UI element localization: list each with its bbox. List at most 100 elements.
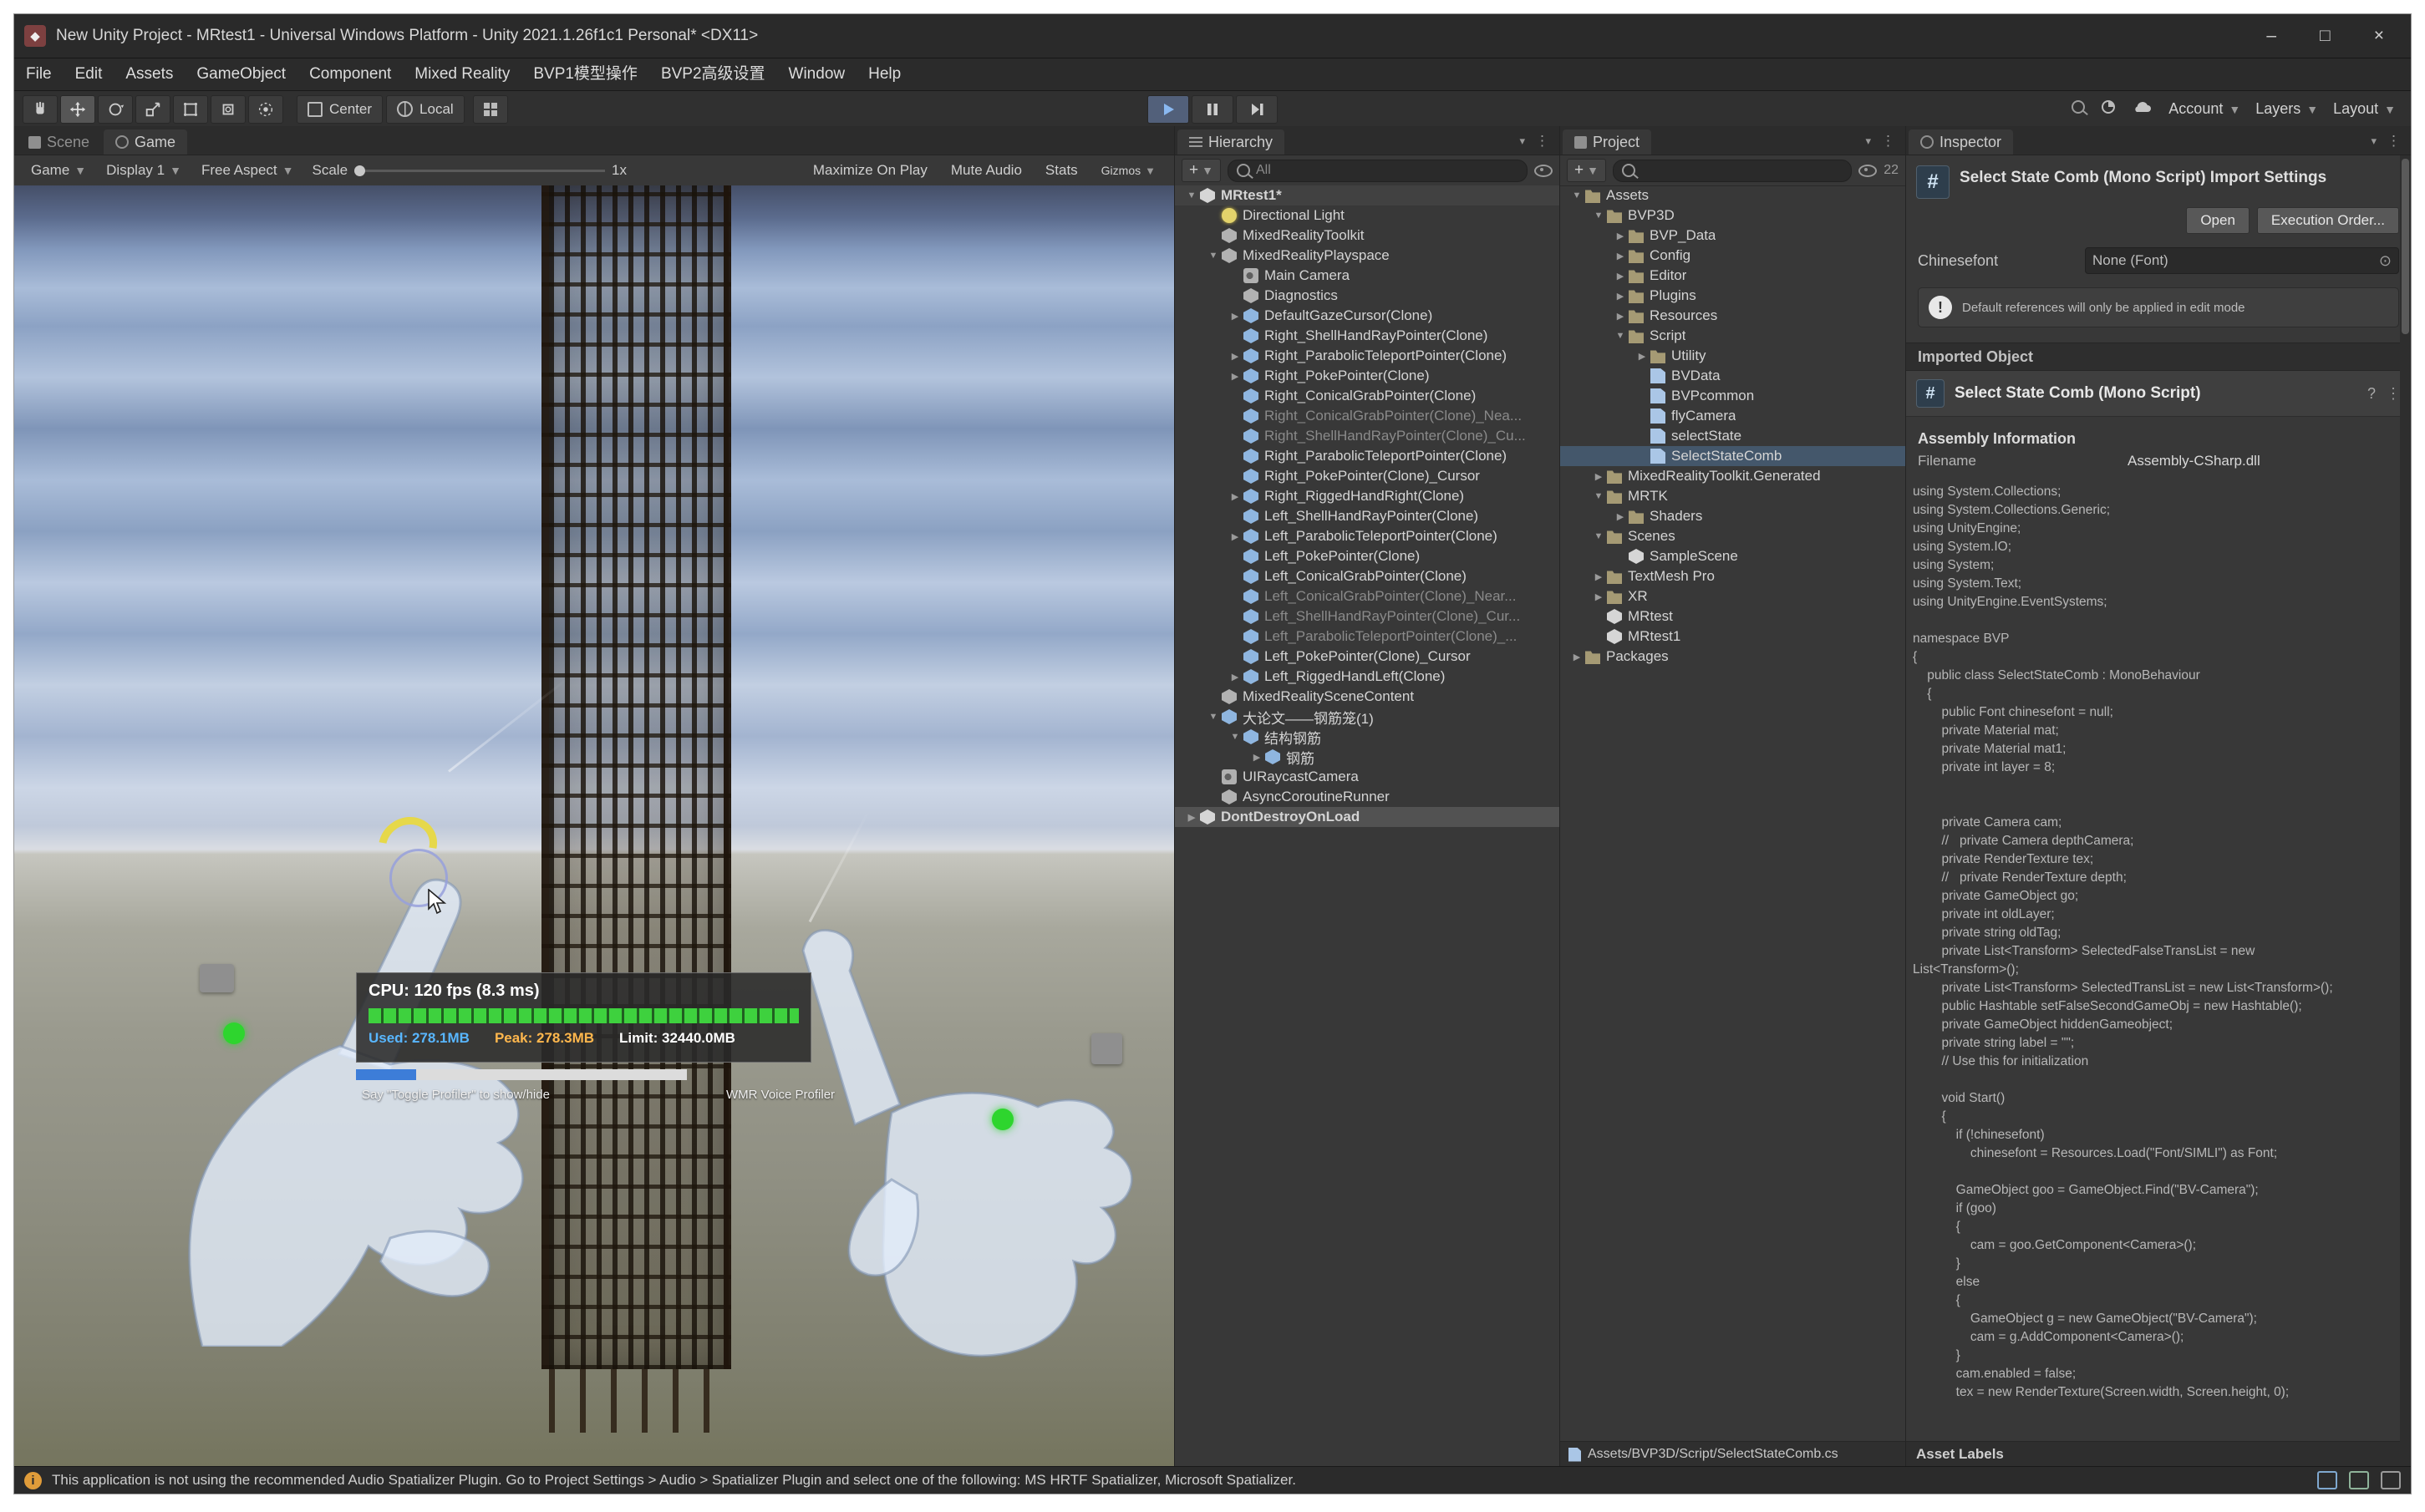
expand-arrow-icon[interactable] xyxy=(1612,311,1629,322)
create-asset-button[interactable]: +▼ xyxy=(1567,159,1606,182)
panel-dock-icon[interactable]: ▾ xyxy=(2371,134,2377,148)
project-row[interactable]: BVPcommon xyxy=(1560,386,1905,406)
tab-hierarchy[interactable]: Hierarchy xyxy=(1177,129,1284,155)
chinesefont-object-field[interactable]: None (Font) ⊙ xyxy=(2085,247,2399,274)
game-toolbar-toggle[interactable]: Gizmos▼ xyxy=(1091,164,1166,177)
hierarchy-row[interactable]: Left_ParabolicTeleportPointer(Clone)_... xyxy=(1175,627,1559,647)
hierarchy-row[interactable]: Left_PokePointer(Clone)_Cursor xyxy=(1175,647,1559,667)
expand-arrow-icon[interactable] xyxy=(1227,672,1243,682)
expand-arrow-icon[interactable] xyxy=(1227,491,1243,502)
project-row[interactable]: MRTK xyxy=(1560,486,1905,506)
expand-arrow-icon[interactable] xyxy=(1227,311,1243,322)
hierarchy-row[interactable]: Right_ShellHandRayPointer(Clone) xyxy=(1175,326,1559,346)
search-button[interactable] xyxy=(2072,100,2085,118)
rotate-tool-button[interactable] xyxy=(98,95,133,124)
status-activity-icon[interactable] xyxy=(2317,1471,2337,1489)
scale-groove[interactable] xyxy=(354,170,605,172)
project-row[interactable]: Shaders xyxy=(1560,506,1905,526)
hierarchy-row[interactable]: Right_PokePointer(Clone)_Cursor xyxy=(1175,466,1559,486)
custom-tool-button[interactable] xyxy=(248,95,283,124)
project-row[interactable]: Assets xyxy=(1560,185,1905,205)
project-row[interactable]: selectState xyxy=(1560,426,1905,446)
panel-dock-icon[interactable]: ▾ xyxy=(1519,134,1525,148)
hierarchy-row[interactable]: Right_ConicalGrabPointer(Clone) xyxy=(1175,386,1559,406)
hand-tool-button[interactable] xyxy=(23,95,58,124)
tab-scene[interactable]: Scene xyxy=(17,129,101,155)
project-row[interactable]: Resources xyxy=(1560,306,1905,326)
hierarchy-row[interactable]: AsyncCoroutineRunner xyxy=(1175,787,1559,807)
execution-order-button[interactable]: Execution Order... xyxy=(2257,207,2399,234)
hierarchy-row[interactable]: DefaultGazeCursor(Clone) xyxy=(1175,306,1559,326)
menu-item[interactable]: GameObject xyxy=(185,58,297,90)
close-button[interactable]: × xyxy=(2374,26,2384,46)
menu-item[interactable]: File xyxy=(14,58,64,90)
tab-project[interactable]: Project xyxy=(1563,129,1651,155)
scale-knob[interactable] xyxy=(354,165,365,176)
hierarchy-row[interactable]: Right_ParabolicTeleportPointer(Clone) xyxy=(1175,446,1559,466)
status-console-icon[interactable] xyxy=(2349,1471,2369,1489)
project-row[interactable]: MRtest xyxy=(1560,606,1905,627)
project-row[interactable]: Packages xyxy=(1560,647,1905,667)
display-dropdown[interactable]: Display 1▼ xyxy=(98,155,190,185)
layout-dropdown[interactable]: Layout▼ xyxy=(2333,100,2396,118)
project-row[interactable]: TextMesh Pro xyxy=(1560,566,1905,586)
project-row[interactable]: BVP_Data xyxy=(1560,226,1905,246)
hierarchy-row[interactable]: 大论文——钢筋笼(1) xyxy=(1175,707,1559,727)
layers-dropdown[interactable]: Layers▼ xyxy=(2255,100,2318,118)
transform-tool-button[interactable] xyxy=(211,95,246,124)
expand-arrow-icon[interactable] xyxy=(1227,531,1243,542)
status-message[interactable]: This application is not using the recomm… xyxy=(52,1472,1296,1489)
expand-arrow-icon[interactable] xyxy=(1183,812,1200,823)
menu-item[interactable]: Window xyxy=(777,58,857,90)
hierarchy-row[interactable]: Left_ConicalGrabPointer(Clone) xyxy=(1175,566,1559,586)
hierarchy-row[interactable]: MixedRealitySceneContent xyxy=(1175,687,1559,707)
hierarchy-row[interactable]: Right_ParabolicTeleportPointer(Clone) xyxy=(1175,346,1559,366)
space-toggle-button[interactable]: Local xyxy=(386,95,465,124)
expand-arrow-icon[interactable] xyxy=(1612,251,1629,261)
inspector-scrollbar[interactable] xyxy=(2400,155,2411,1467)
expand-arrow-icon[interactable] xyxy=(1612,291,1629,302)
status-progress-icon[interactable] xyxy=(2381,1471,2401,1489)
create-object-button[interactable]: +▼ xyxy=(1182,159,1221,182)
hierarchy-row[interactable]: MixedRealityPlayspace xyxy=(1175,246,1559,266)
menu-item[interactable]: BVP2高级设置 xyxy=(649,58,777,90)
hierarchy-row[interactable]: MRtest1* xyxy=(1175,185,1559,205)
project-row[interactable]: BVData xyxy=(1560,366,1905,386)
menu-item[interactable]: Component xyxy=(297,58,403,90)
expand-arrow-icon[interactable] xyxy=(1205,251,1222,261)
open-button[interactable]: Open xyxy=(2186,207,2250,234)
expand-arrow-icon[interactable] xyxy=(1612,511,1629,522)
play-button[interactable] xyxy=(1147,95,1189,124)
hierarchy-row[interactable]: Right_PokePointer(Clone) xyxy=(1175,366,1559,386)
panel-menu-icon[interactable]: ⋮ xyxy=(1535,133,1549,150)
collab-cloud-button[interactable] xyxy=(2132,99,2153,119)
game-toolbar-toggle[interactable]: Mute Audio▼ xyxy=(941,162,1032,179)
hierarchy-row[interactable]: Right_ShellHandRayPointer(Clone)_Cu... xyxy=(1175,426,1559,446)
expand-arrow-icon[interactable] xyxy=(1612,271,1629,282)
hierarchy-row[interactable]: DontDestroyOnLoad xyxy=(1175,807,1559,827)
project-row[interactable]: SampleScene xyxy=(1560,546,1905,566)
project-row[interactable]: MRtest1 xyxy=(1560,627,1905,647)
scrollbar-thumb[interactable] xyxy=(2402,159,2409,334)
expand-arrow-icon[interactable] xyxy=(1612,331,1629,341)
hierarchy-row[interactable]: Right_RiggedHandRight(Clone) xyxy=(1175,486,1559,506)
project-row[interactable]: Config xyxy=(1560,246,1905,266)
expand-arrow-icon[interactable] xyxy=(1248,752,1265,763)
expand-arrow-icon[interactable] xyxy=(1590,571,1607,582)
help-icon[interactable]: ? xyxy=(2367,385,2376,403)
project-row[interactable]: XR xyxy=(1560,586,1905,606)
project-search-input[interactable] xyxy=(1613,160,1852,182)
minimize-button[interactable]: – xyxy=(2266,26,2276,46)
status-info-icon[interactable]: i xyxy=(24,1472,42,1489)
expand-arrow-icon[interactable] xyxy=(1227,351,1243,362)
expand-arrow-icon[interactable] xyxy=(1590,591,1607,602)
expand-arrow-icon[interactable] xyxy=(1227,732,1243,742)
panel-menu-icon[interactable]: ⋮ xyxy=(2387,133,2401,150)
project-row[interactable]: SelectStateComb xyxy=(1560,446,1905,466)
scale-slider[interactable]: Scale 1x xyxy=(313,162,628,179)
expand-arrow-icon[interactable] xyxy=(1227,371,1243,382)
panel-dock-icon[interactable]: ▾ xyxy=(1865,134,1871,148)
project-row[interactable]: Script xyxy=(1560,326,1905,346)
expand-arrow-icon[interactable] xyxy=(1590,471,1607,482)
maximize-button[interactable]: □ xyxy=(2320,26,2331,46)
